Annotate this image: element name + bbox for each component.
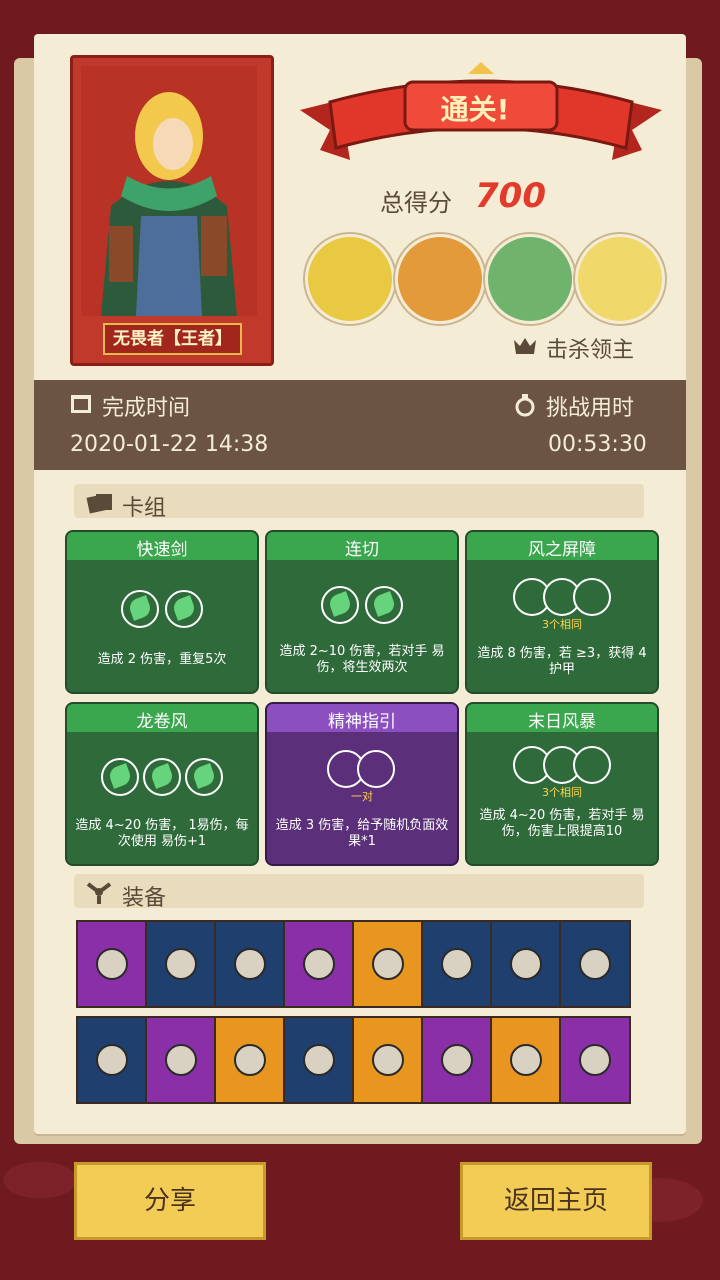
card-condition: 一对 — [351, 790, 373, 803]
boss-avatar — [575, 234, 665, 324]
equipment-slot[interactable] — [352, 1016, 424, 1104]
equipment-slot[interactable] — [283, 920, 355, 1008]
card-name: 快速剑 — [136, 540, 188, 560]
helmet-icon — [372, 948, 404, 980]
card-doom-storm[interactable]: 末日风暴 3个相同 造成 4~20 伤害，若对手 易伤，伤害上限提高10 — [465, 702, 659, 866]
charm-icon — [234, 1044, 266, 1076]
gem-icon — [96, 948, 128, 980]
card-tornado[interactable]: 龙卷风 造成 4~20 伤害， 1易伤，每次使用 易伤+1 — [65, 702, 259, 866]
hero-name-label: 无畏者【王者】 — [103, 323, 242, 355]
challenge-time-value: 00:53:30 — [548, 432, 647, 457]
card-quick-sword[interactable]: 快速剑 造成 2 伤害，重复5次 — [65, 530, 259, 694]
empty-orb-icon — [573, 746, 611, 784]
victory-title: 通关! — [440, 93, 510, 126]
wind-orb-icon — [121, 590, 159, 628]
card-desc: 造成 4~20 伤害，若对手 易伤，伤害上限提高10 — [479, 808, 645, 839]
card-name: 风之屏障 — [528, 540, 596, 560]
challenge-time-label: 挑战用时 — [546, 396, 635, 421]
card-name: 精神指引 — [328, 712, 396, 732]
card-desc: 造成 8 伤害，若 ≥3，获得 4 护甲 — [477, 646, 647, 677]
dagger-icon — [441, 1044, 473, 1076]
return-home-button[interactable]: 返回主页 — [460, 1162, 652, 1240]
equipment-slot[interactable] — [145, 920, 217, 1008]
equipment-slot[interactable] — [559, 920, 631, 1008]
kill-boss-label: 击杀领主 — [546, 338, 635, 363]
equipment-slot[interactable] — [283, 1016, 355, 1104]
calendar-icon — [71, 395, 91, 413]
wind-orb-icon — [165, 590, 203, 628]
card-name: 龙卷风 — [136, 712, 188, 732]
empty-orb-icon — [357, 750, 395, 788]
card-desc: 造成 4~20 伤害， 1易伤，每次使用 易伤+1 — [75, 818, 249, 849]
boss-avatar — [305, 234, 395, 324]
wind-orb-icon — [165, 1044, 197, 1076]
card-desc: 造成 2 伤害，重复5次 — [97, 652, 227, 667]
bracer-icon — [441, 948, 473, 980]
jar-icon — [165, 948, 197, 980]
feather-icon — [372, 1044, 404, 1076]
wind-orb-icon — [365, 586, 403, 624]
equipment-slot[interactable] — [76, 920, 148, 1008]
equipment-slot[interactable] — [490, 1016, 562, 1104]
equipment-slot[interactable] — [490, 920, 562, 1008]
equipment-slot[interactable] — [214, 1016, 286, 1104]
equipment-slot[interactable] — [76, 1016, 148, 1104]
card-desc: 造成 3 伤害，给予随机负面效果*1 — [275, 818, 449, 849]
card-wind-barrier[interactable]: 风之屏障 3个相同 造成 8 伤害，若 ≥3，获得 4 护甲 — [465, 530, 659, 694]
boss-avatar — [395, 234, 485, 324]
treasure-icon — [96, 1044, 128, 1076]
scroll-icon — [303, 948, 335, 980]
card-desc: 造成 2~10 伤害，若对手 易伤，将生效两次 — [279, 644, 445, 675]
ring-icon — [303, 1044, 335, 1076]
share-button[interactable]: 分享 — [74, 1162, 266, 1240]
score-label: 总得分 — [380, 189, 452, 217]
hero-card: 无畏者【王者】 — [70, 55, 274, 366]
hero-portrait — [81, 66, 257, 316]
shield-icon — [234, 948, 266, 980]
card-chain-slash[interactable]: 连切 造成 2~10 伤害，若对手 易伤，将生效两次 — [265, 530, 459, 694]
card-name: 连切 — [345, 540, 379, 560]
equipment-title: 装备 — [122, 886, 167, 911]
boss-avatar — [485, 234, 575, 324]
finish-time-value: 2020-01-22 14:38 — [70, 432, 269, 457]
finish-time-label: 完成时间 — [102, 396, 191, 421]
stone-icon — [510, 1044, 542, 1076]
cards-icon — [86, 494, 112, 514]
equipment-icon — [86, 882, 112, 904]
card-spirit-guide[interactable]: 精神指引 一对 造成 3 伤害，给予随机负面效果*1 — [265, 702, 459, 866]
empty-orb-icon — [573, 578, 611, 616]
equipment-slot[interactable] — [559, 1016, 631, 1104]
deck-title: 卡组 — [122, 496, 167, 521]
boss-skull-icon — [514, 338, 536, 354]
round-shield-icon — [510, 948, 542, 980]
equipment-slot[interactable] — [214, 920, 286, 1008]
wind-orb-icon — [185, 758, 223, 796]
wind-orb-icon — [101, 758, 139, 796]
score-value: 700 — [475, 176, 546, 216]
card-name: 末日风暴 — [528, 712, 596, 732]
wind-orb-icon — [143, 758, 181, 796]
wind-orb-icon — [321, 586, 359, 624]
equipment-slot[interactable] — [421, 920, 493, 1008]
equipment-slot[interactable] — [145, 1016, 217, 1104]
equipment-slot[interactable] — [352, 920, 424, 1008]
card-condition: 3个相同 — [542, 786, 582, 799]
tattered-cloth-icon — [579, 1044, 611, 1076]
stopwatch-icon — [515, 394, 535, 417]
amulet-icon — [579, 948, 611, 980]
card-condition: 3个相同 — [542, 618, 582, 631]
equipment-slot[interactable] — [421, 1016, 493, 1104]
